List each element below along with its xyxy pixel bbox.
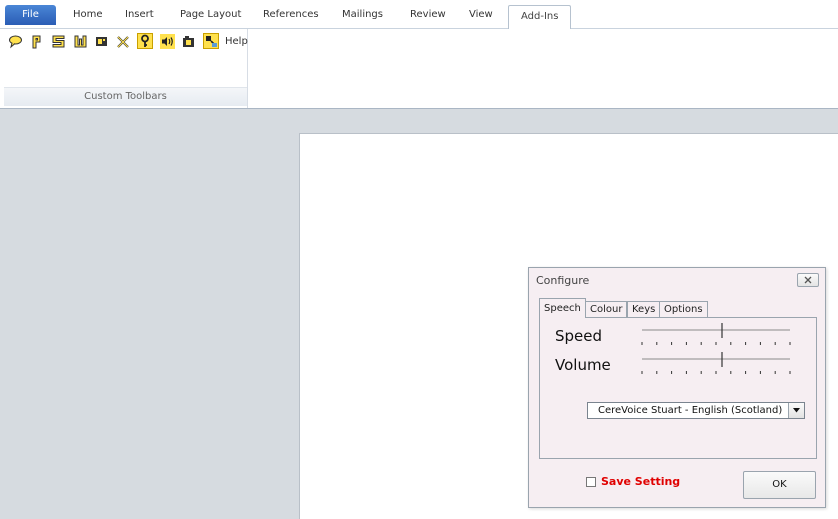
ribbon-tabs: File Home Insert Page Layout References … — [0, 0, 838, 29]
tab-view[interactable]: View — [469, 9, 493, 20]
speech-bubble-icon[interactable] — [8, 34, 23, 49]
cross-tools-icon[interactable] — [116, 34, 131, 49]
file-tab[interactable]: File — [5, 5, 56, 25]
close-button[interactable] — [797, 273, 819, 287]
tab-review[interactable]: Review — [410, 9, 446, 20]
camera-icon[interactable] — [181, 34, 196, 49]
s-icon[interactable] — [51, 34, 66, 49]
voice-select-value: CereVoice Stuart - English (Scotland) — [598, 405, 783, 416]
p-icon[interactable] — [30, 34, 45, 49]
speed-slider[interactable] — [637, 321, 795, 349]
custom-toolbars-group: Help Custom Toolbars — [4, 29, 248, 108]
group-label: Custom Toolbars — [4, 87, 247, 106]
voice-select[interactable]: CereVoice Stuart - English (Scotland) — [587, 402, 805, 419]
save-setting-label[interactable]: Save Setting — [601, 475, 680, 488]
key-icon[interactable] — [137, 33, 153, 49]
configure-dialog: Configure Speech Colour Keys Options Spe… — [528, 267, 826, 508]
tab-page-layout[interactable]: Page Layout — [180, 9, 241, 20]
speech-panel: Speed Volume CereVoice Stuart - English … — [539, 317, 817, 459]
tab-insert[interactable]: Insert — [125, 9, 154, 20]
tab-keys[interactable]: Keys — [627, 301, 661, 317]
tab-options[interactable]: Options — [659, 301, 708, 317]
speed-label: Speed — [555, 327, 603, 345]
dropdown-arrow-icon[interactable] — [788, 403, 804, 418]
tab-add-ins[interactable]: Add-Ins — [508, 5, 572, 29]
screen-icon[interactable] — [94, 34, 109, 49]
tab-speech[interactable]: Speech — [539, 298, 586, 318]
tab-references[interactable]: References — [263, 9, 319, 20]
ribbon-body: Help Custom Toolbars — [0, 29, 838, 109]
volume-label: Volume — [555, 356, 611, 374]
w-icon[interactable] — [73, 34, 88, 49]
close-icon — [804, 276, 812, 284]
help-label[interactable]: Help — [225, 36, 248, 47]
save-setting-checkbox[interactable] — [586, 477, 596, 487]
tab-home[interactable]: Home — [73, 9, 103, 20]
volume-slider[interactable] — [637, 350, 795, 378]
speaker-icon[interactable] — [159, 33, 175, 49]
dialog-title: Configure — [536, 274, 590, 287]
tab-mailings[interactable]: Mailings — [342, 9, 383, 20]
tab-colour[interactable]: Colour — [585, 301, 628, 317]
ok-button[interactable]: OK — [743, 471, 816, 499]
magnifier-icon[interactable] — [202, 33, 219, 49]
custom-toolbar: Help — [8, 33, 248, 49]
